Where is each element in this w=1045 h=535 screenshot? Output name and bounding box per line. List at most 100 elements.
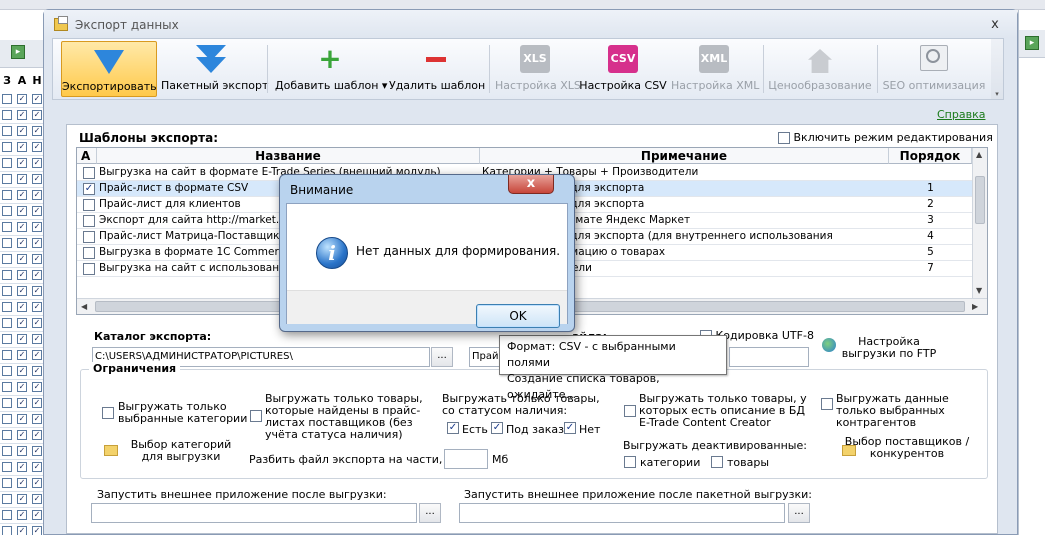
background-row-checkbox[interactable] bbox=[2, 414, 12, 424]
window-titlebar[interactable]: Экспорт данных x bbox=[44, 10, 1017, 38]
background-row-checkbox[interactable]: ✓ bbox=[32, 142, 42, 152]
seo-optimization-button[interactable]: SEO оптимизация bbox=[881, 41, 987, 97]
template-row-checkbox[interactable]: ✓ bbox=[83, 183, 95, 195]
help-link[interactable]: Справка bbox=[937, 108, 985, 121]
col-header-note[interactable]: Примечание bbox=[480, 148, 889, 164]
only-selected-categories-checkbox[interactable] bbox=[102, 407, 114, 419]
background-row-checkbox[interactable]: ✓ bbox=[17, 254, 27, 264]
background-row-checkbox[interactable]: ✓ bbox=[17, 350, 27, 360]
background-row-checkbox[interactable]: ✓ bbox=[17, 222, 27, 232]
background-row-checkbox[interactable]: ✓ bbox=[32, 382, 42, 392]
status-none-checkbox[interactable]: ✓ bbox=[564, 422, 576, 434]
background-row-checkbox[interactable] bbox=[2, 510, 12, 520]
background-row-checkbox[interactable] bbox=[2, 206, 12, 216]
csv-settings-button[interactable]: CSV Настройка CSV bbox=[579, 41, 667, 97]
background-row-checkbox[interactable]: ✓ bbox=[17, 366, 27, 376]
edit-mode-checkbox-box[interactable] bbox=[778, 132, 790, 144]
template-row-checkbox[interactable] bbox=[83, 215, 95, 227]
background-row-checkbox[interactable]: ✓ bbox=[17, 142, 27, 152]
background-row-checkbox[interactable] bbox=[2, 494, 12, 504]
choose-suppliers-link[interactable]: Выбор поставщиков / конкурентов bbox=[842, 436, 972, 460]
background-row-checkbox[interactable] bbox=[2, 430, 12, 440]
background-row-checkbox[interactable]: ✓ bbox=[17, 110, 27, 120]
background-row-checkbox[interactable] bbox=[2, 366, 12, 376]
xml-settings-button[interactable]: XML Настройка XML bbox=[671, 41, 759, 97]
choose-categories-link[interactable]: Выбор категорий для выгрузки bbox=[121, 439, 241, 463]
background-arrow-icon[interactable]: ▸ bbox=[1025, 36, 1039, 50]
background-row-checkbox[interactable] bbox=[2, 286, 12, 296]
background-row-checkbox[interactable]: ✓ bbox=[17, 462, 27, 472]
background-row-checkbox[interactable] bbox=[2, 398, 12, 408]
background-row-checkbox[interactable] bbox=[2, 270, 12, 280]
background-row-checkbox[interactable]: ✓ bbox=[17, 174, 27, 184]
template-row-checkbox[interactable] bbox=[83, 167, 95, 179]
ftp-settings-link[interactable]: Настройка выгрузки по FTP bbox=[839, 336, 939, 360]
batch-export-button[interactable]: Пакетный экспорт bbox=[161, 41, 268, 97]
background-row-checkbox[interactable]: ✓ bbox=[32, 254, 42, 264]
with-description-checkbox[interactable] bbox=[624, 405, 636, 417]
background-row-checkbox[interactable]: ✓ bbox=[17, 414, 27, 424]
run-after-browse-button[interactable]: ... bbox=[419, 503, 441, 523]
background-row-checkbox[interactable] bbox=[2, 334, 12, 344]
edit-mode-checkbox[interactable]: Включить режим редактирования bbox=[778, 131, 993, 144]
background-row-checkbox[interactable]: ✓ bbox=[32, 270, 42, 280]
background-row-checkbox[interactable]: ✓ bbox=[32, 494, 42, 504]
background-row-checkbox[interactable]: ✓ bbox=[17, 126, 27, 136]
background-row-checkbox[interactable]: ✓ bbox=[17, 318, 27, 328]
toolbar-overflow-icon[interactable]: ▾ bbox=[991, 39, 1003, 99]
vertical-scroll-thumb[interactable] bbox=[975, 176, 985, 224]
ok-button[interactable]: OK bbox=[476, 304, 560, 328]
template-row-checkbox[interactable] bbox=[83, 231, 95, 243]
col-header-order[interactable]: Порядок bbox=[889, 148, 972, 164]
background-row-checkbox[interactable]: ✓ bbox=[17, 334, 27, 344]
only-supplier-goods-checkbox[interactable] bbox=[250, 410, 262, 422]
background-arrow-icon[interactable]: ▸ bbox=[11, 45, 25, 59]
background-row-checkbox[interactable] bbox=[2, 350, 12, 360]
background-row-checkbox[interactable]: ✓ bbox=[17, 398, 27, 408]
background-row-checkbox[interactable]: ✓ bbox=[17, 94, 27, 104]
background-row-checkbox[interactable]: ✓ bbox=[17, 302, 27, 312]
template-row-checkbox[interactable] bbox=[83, 199, 95, 211]
background-row-checkbox[interactable] bbox=[2, 142, 12, 152]
background-row-checkbox[interactable]: ✓ bbox=[17, 286, 27, 296]
background-row-checkbox[interactable]: ✓ bbox=[32, 510, 42, 520]
background-row-checkbox[interactable] bbox=[2, 126, 12, 136]
background-row-checkbox[interactable] bbox=[2, 478, 12, 488]
background-row-checkbox[interactable] bbox=[2, 94, 12, 104]
background-row-checkbox[interactable]: ✓ bbox=[17, 270, 27, 280]
xls-settings-button[interactable]: XLS Настройка XLS bbox=[495, 41, 581, 97]
status-in-stock-checkbox[interactable]: ✓ bbox=[447, 422, 459, 434]
background-row-checkbox[interactable]: ✓ bbox=[32, 462, 42, 472]
background-row-checkbox[interactable]: ✓ bbox=[32, 174, 42, 184]
background-row-checkbox[interactable]: ✓ bbox=[17, 382, 27, 392]
background-row-checkbox[interactable]: ✓ bbox=[32, 238, 42, 248]
only-selected-contractors-checkbox[interactable] bbox=[821, 398, 833, 410]
background-row-checkbox[interactable]: ✓ bbox=[32, 158, 42, 168]
background-row-checkbox[interactable]: ✓ bbox=[32, 302, 42, 312]
deact-goods-checkbox[interactable] bbox=[711, 456, 723, 468]
background-row-checkbox[interactable]: ✓ bbox=[32, 526, 42, 535]
background-row-checkbox[interactable]: ✓ bbox=[17, 446, 27, 456]
background-row-checkbox[interactable] bbox=[2, 158, 12, 168]
grid-vertical-scrollbar[interactable]: ▲ ▼ bbox=[972, 148, 987, 298]
catalog-browse-button[interactable]: ... bbox=[431, 347, 453, 367]
delete-template-button[interactable]: Удалить шаблон bbox=[389, 41, 485, 97]
background-row-checkbox[interactable]: ✓ bbox=[17, 430, 27, 440]
background-row-checkbox[interactable]: ✓ bbox=[17, 238, 27, 248]
background-row-checkbox[interactable]: ✓ bbox=[32, 110, 42, 120]
background-row-checkbox[interactable] bbox=[2, 446, 12, 456]
background-row-checkbox[interactable]: ✓ bbox=[32, 222, 42, 232]
split-size-input[interactable] bbox=[444, 449, 488, 469]
background-row-checkbox[interactable]: ✓ bbox=[17, 526, 27, 535]
background-row-checkbox[interactable] bbox=[2, 254, 12, 264]
template-row-checkbox[interactable] bbox=[83, 263, 95, 275]
background-row-checkbox[interactable]: ✓ bbox=[17, 510, 27, 520]
background-row-checkbox[interactable]: ✓ bbox=[17, 158, 27, 168]
window-close-button[interactable]: x bbox=[987, 18, 1003, 32]
background-row-checkbox[interactable] bbox=[2, 302, 12, 312]
background-row-checkbox[interactable] bbox=[2, 526, 12, 535]
extra-input[interactable] bbox=[729, 347, 809, 367]
background-row-checkbox[interactable]: ✓ bbox=[32, 190, 42, 200]
background-row-checkbox[interactable]: ✓ bbox=[32, 94, 42, 104]
background-row-checkbox[interactable]: ✓ bbox=[32, 414, 42, 424]
